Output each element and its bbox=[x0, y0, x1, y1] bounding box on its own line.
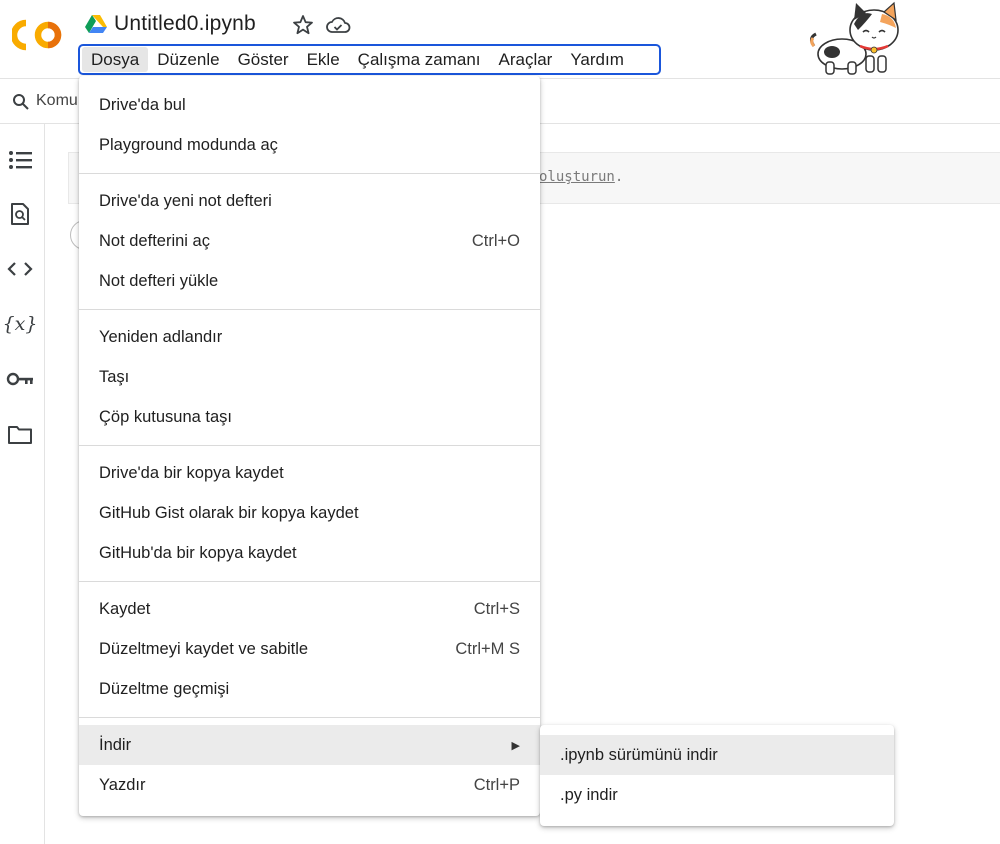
code-snippets-icon[interactable] bbox=[6, 255, 34, 283]
cell-hint-suffix: . bbox=[614, 169, 624, 185]
menu-divider bbox=[79, 309, 540, 310]
menu-item-label: Playground modunda aç bbox=[99, 135, 278, 154]
menu-divider bbox=[79, 445, 540, 446]
menu-item-find-in-drive[interactable]: Drive'da bul bbox=[79, 85, 540, 125]
menu-item-label: Drive'da bul bbox=[99, 95, 186, 114]
menu-item-label: Drive'da yeni not defteri bbox=[99, 191, 272, 210]
menu-item-label: Düzeltme geçmişi bbox=[99, 679, 230, 698]
table-of-contents-icon[interactable] bbox=[6, 146, 34, 174]
submenu-arrow-icon: ▶ bbox=[511, 739, 520, 752]
menu-araclar[interactable]: Araçlar bbox=[490, 47, 562, 72]
menu-item-shortcut: Ctrl+M S bbox=[455, 639, 520, 658]
menu-item-save-copy-github[interactable]: GitHub'da bir kopya kaydet bbox=[79, 533, 540, 573]
menu-item-label: Düzeltmeyi kaydet ve sabitle bbox=[99, 639, 309, 658]
menu-item-shortcut: Ctrl+P bbox=[473, 775, 520, 794]
menubar: Dosya Düzenle Göster Ekle Çalışma zamanı… bbox=[78, 44, 661, 75]
menu-item-move-to-trash[interactable]: Çöp kutusuna taşı bbox=[79, 397, 540, 437]
menu-item-print[interactable]: Yazdır Ctrl+P bbox=[79, 765, 540, 805]
menu-calisma-zamani[interactable]: Çalışma zamanı bbox=[349, 47, 490, 72]
cell-hint: oluşturun. bbox=[539, 169, 623, 185]
left-rail: {x} bbox=[0, 124, 45, 844]
menu-dosya[interactable]: Dosya bbox=[82, 47, 149, 72]
menu-item-shortcut: Ctrl+S bbox=[473, 599, 520, 618]
menu-item-label: Kaydet bbox=[99, 599, 151, 618]
menu-item-download-ipynb[interactable]: .ipynb sürümünü indir bbox=[540, 735, 894, 775]
menu-divider bbox=[79, 173, 540, 174]
menu-item-label: Yeniden adlandır bbox=[99, 327, 223, 346]
files-folder-icon[interactable] bbox=[6, 420, 34, 448]
menu-item-label: Not defterini aç bbox=[99, 231, 210, 250]
menu-item-save[interactable]: Kaydet Ctrl+S bbox=[79, 589, 540, 629]
menu-item-save-and-pin-revision[interactable]: Düzeltmeyi kaydet ve sabitle Ctrl+M S bbox=[79, 629, 540, 669]
menu-yardim[interactable]: Yardım bbox=[561, 47, 633, 72]
menu-item-label: Not defteri yükle bbox=[99, 271, 219, 290]
menu-item-move[interactable]: Taşı bbox=[79, 357, 540, 397]
menu-item-label: İndir bbox=[99, 735, 132, 754]
find-in-notebook-icon[interactable] bbox=[6, 200, 34, 228]
colab-logo[interactable] bbox=[10, 18, 64, 52]
menu-divider bbox=[79, 717, 540, 718]
cell-hint-link[interactable]: oluşturun bbox=[539, 169, 615, 185]
variables-glyph: {x} bbox=[2, 313, 38, 335]
star-icon[interactable] bbox=[291, 13, 315, 37]
menu-item-save-copy-drive[interactable]: Drive'da bir kopya kaydet bbox=[79, 453, 540, 493]
menu-duzenle[interactable]: Düzenle bbox=[148, 47, 228, 72]
cloud-saved-icon[interactable] bbox=[325, 14, 351, 36]
menu-item-revision-history[interactable]: Düzeltme geçmişi bbox=[79, 669, 540, 709]
search-icon[interactable] bbox=[12, 93, 30, 111]
menu-item-label: Drive'da bir kopya kaydet bbox=[99, 463, 284, 482]
menu-divider bbox=[79, 581, 540, 582]
cat-mascot-image bbox=[806, 0, 906, 78]
menu-item-download-py[interactable]: .py indir bbox=[540, 775, 894, 815]
menu-item-label: GitHub'da bir kopya kaydet bbox=[99, 543, 297, 562]
menu-item-shortcut: Ctrl+O bbox=[471, 231, 520, 250]
menu-item-label: Taşı bbox=[99, 367, 130, 386]
menu-item-open-playground[interactable]: Playground modunda aç bbox=[79, 125, 540, 165]
menu-item-label: Çöp kutusuna taşı bbox=[99, 407, 232, 426]
variables-icon[interactable]: {x} bbox=[3, 310, 38, 338]
secrets-key-icon[interactable] bbox=[6, 365, 34, 393]
menu-item-upload-notebook[interactable]: Not defteri yükle bbox=[79, 261, 540, 301]
download-submenu: .ipynb sürümünü indir .py indir bbox=[540, 725, 894, 826]
menu-ekle[interactable]: Ekle bbox=[298, 47, 349, 72]
menu-item-label: Yazdır bbox=[99, 775, 146, 794]
menu-item-rename[interactable]: Yeniden adlandır bbox=[79, 317, 540, 357]
menu-goster[interactable]: Göster bbox=[229, 47, 298, 72]
menu-item-save-copy-gist[interactable]: GitHub Gist olarak bir kopya kaydet bbox=[79, 493, 540, 533]
command-palette-label[interactable]: Komu bbox=[36, 92, 78, 110]
menu-item-new-notebook[interactable]: Drive'da yeni not defteri bbox=[79, 181, 540, 221]
menu-item-download[interactable]: İndir ▶ bbox=[79, 725, 540, 765]
file-menu-dropdown: Drive'da bul Playground modunda aç Drive… bbox=[79, 76, 540, 816]
notebook-title[interactable]: Untitled0.ipynb bbox=[114, 12, 256, 36]
drive-icon[interactable] bbox=[85, 14, 107, 34]
menu-item-open-notebook[interactable]: Not defterini aç Ctrl+O bbox=[79, 221, 540, 261]
menu-item-label: GitHub Gist olarak bir kopya kaydet bbox=[99, 503, 359, 522]
